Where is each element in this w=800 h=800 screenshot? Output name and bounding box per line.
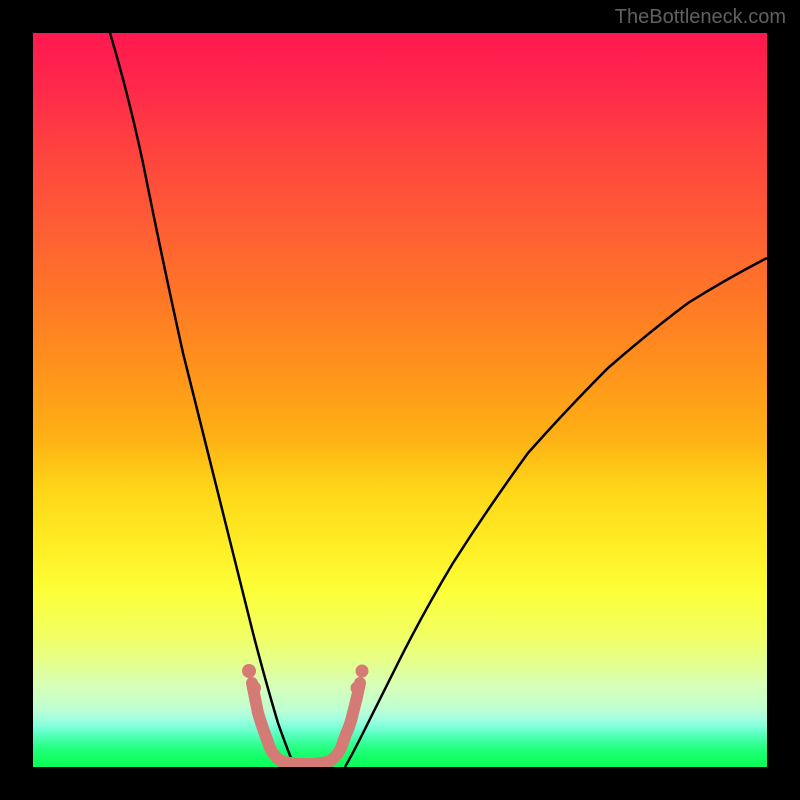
pink-dot-right-upper — [356, 665, 369, 678]
pink-dot-right-lower — [351, 682, 364, 695]
chart-svg — [33, 33, 767, 767]
pink-dot-left-lower — [247, 681, 261, 695]
right-curve — [345, 258, 767, 767]
left-curve — [110, 33, 295, 767]
chart-area — [33, 33, 767, 767]
watermark-text: TheBottleneck.com — [615, 6, 786, 29]
bottom-pink-segment — [252, 683, 360, 764]
pink-dot-left-upper — [242, 664, 256, 678]
